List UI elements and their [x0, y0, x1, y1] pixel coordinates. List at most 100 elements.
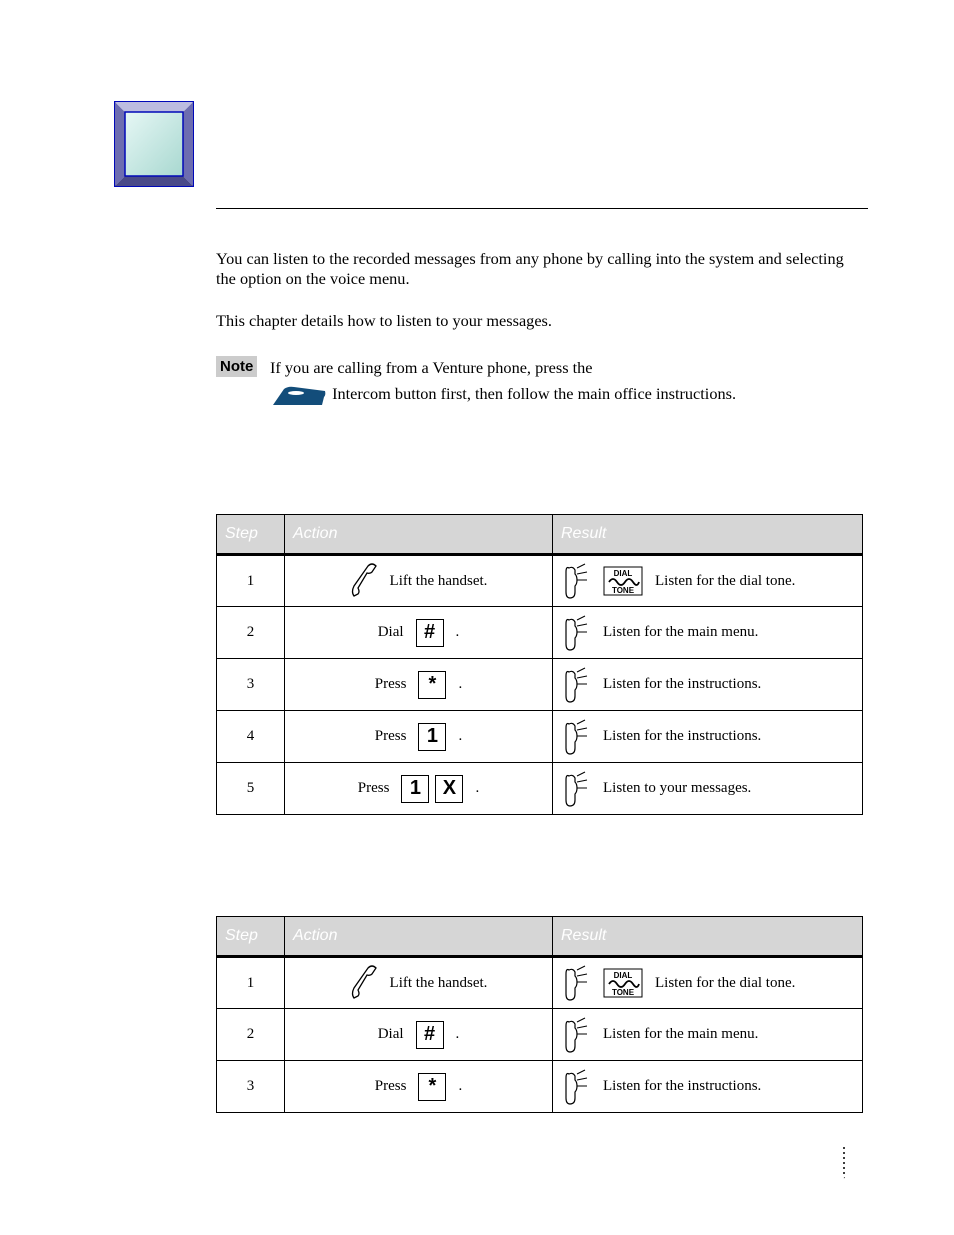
chapter-number: 11: [216, 100, 285, 166]
col-step: Step: [217, 917, 285, 957]
section-heading-2: Listening to General Delivery Messages f…: [216, 880, 809, 906]
table-row: 4Press1.Listen for the instructions.: [217, 711, 863, 763]
note-text-line2: button first, then follow the main offic…: [395, 384, 736, 403]
table-row: 2 Dial #. Listen for the main menu.: [217, 607, 863, 659]
action-cell: Dial #.: [285, 1009, 553, 1061]
intercom-button-icon: [272, 386, 326, 406]
action-posttext: Lift the handset.: [390, 975, 488, 992]
result-text: Listen for the instructions.: [603, 676, 761, 693]
dial-tone-icon: [603, 566, 643, 596]
procedure-table-1: Step Action Result 1 Lift the handset. Lis…: [216, 514, 863, 815]
receiver-sound-icon: [563, 770, 591, 808]
table-row: 5 Press 1X. Listen to your messages.: [217, 763, 863, 815]
receiver-sound-icon: [563, 964, 591, 1002]
receiver-sound-icon: [563, 1068, 591, 1106]
step-cell: 1: [217, 957, 285, 1009]
step-cell: 2: [217, 1009, 285, 1061]
page: 11 Listening to Recorded Messages You ca…: [0, 0, 954, 1235]
receiver-sound-icon: [563, 614, 591, 652]
col-result: Result: [553, 917, 863, 957]
result-text: Listen for the instructions.: [603, 1078, 761, 1095]
phone-key: *: [418, 1073, 446, 1101]
intro-paragraph-1: You can listen to the recorded messages …: [216, 249, 862, 290]
step-cell: 3: [217, 659, 285, 711]
result-cell: Listen for the main menu.: [553, 607, 863, 659]
phone-key: X: [435, 775, 463, 803]
phone-key: 1: [401, 775, 429, 803]
page-number: 47: [842, 1163, 864, 1189]
key-row: 1X: [401, 775, 463, 803]
action-pretext: Dial: [378, 1026, 404, 1043]
action-posttext: .: [458, 1078, 462, 1095]
col-step: Step: [217, 515, 285, 555]
result-text: Listen for the main menu.: [603, 1026, 758, 1043]
table-header-row: Step Action Result: [217, 515, 863, 555]
receiver-sound-icon: [563, 1016, 591, 1054]
action-cell: Lift the handset.: [285, 957, 553, 1009]
key-row: 1: [418, 723, 446, 751]
note-badge: Note: [216, 356, 257, 377]
key-row: #: [416, 1021, 444, 1049]
table-row: 1 Lift the handset. Listen for the dial to…: [217, 555, 863, 607]
result-text: Listen for the main menu.: [603, 624, 758, 641]
action-posttext: .: [458, 728, 462, 745]
step-cell: 5: [217, 763, 285, 815]
receiver-sound-icon: [563, 562, 591, 600]
table-row: 3 Press *. Listen for the instructions.: [217, 659, 863, 711]
result-cell: Listen for the instructions.: [553, 1061, 863, 1113]
action-cell: Press *.: [285, 1061, 553, 1113]
result-text: Listen for the dial tone.: [655, 573, 795, 590]
procedure-table-2: Step Action Result 1 Lift the handset. Lis…: [216, 916, 863, 1113]
result-cell: Listen for the instructions.: [553, 659, 863, 711]
action-cell: Press 1X.: [285, 763, 553, 815]
key-row: *: [418, 671, 446, 699]
action-posttext: .: [458, 676, 462, 693]
result-text: Listen for the dial tone.: [655, 975, 795, 992]
action-pretext: Press: [358, 780, 390, 797]
section-heading-1: Listening to Personal Messages from the …: [216, 478, 732, 504]
note-text: If you are calling from a Venture phone,…: [270, 358, 862, 406]
action-pretext: Dial: [378, 624, 404, 641]
phone-key: 1: [418, 723, 446, 751]
result-cell: Listen for the dial tone.: [553, 957, 863, 1009]
result-cell: Listen for the instructions.: [553, 711, 863, 763]
note-text-line1: If you are calling from a Venture phone,…: [270, 358, 593, 377]
note-button-label: Intercom: [332, 384, 391, 403]
dial-tone-icon: [603, 968, 643, 998]
action-cell: Lift the handset.: [285, 555, 553, 607]
action-posttext: .: [456, 624, 460, 641]
phone-key: #: [416, 619, 444, 647]
step-cell: 1: [217, 555, 285, 607]
phone-key: #: [416, 1021, 444, 1049]
chapter-title: Listening to Recorded Messages: [338, 112, 702, 141]
result-cell: Listen for the main menu.: [553, 1009, 863, 1061]
col-action: Action: [285, 917, 553, 957]
action-posttext: .: [475, 780, 479, 797]
action-pretext: Press: [375, 676, 407, 693]
result-text: Listen for the instructions.: [603, 728, 761, 745]
result-cell: Listen to your messages.: [553, 763, 863, 815]
action-posttext: .: [456, 1026, 460, 1043]
chapter-logo-icon: [113, 100, 195, 188]
intro-paragraph-2: This chapter details how to listen to yo…: [216, 311, 862, 331]
col-result: Result: [553, 515, 863, 555]
action-pretext: Press: [375, 1078, 407, 1095]
handset-icon: [350, 964, 378, 1002]
receiver-sound-icon: [563, 666, 591, 704]
key-row: *: [418, 1073, 446, 1101]
col-action: Action: [285, 515, 553, 555]
action-cell: Dial #.: [285, 607, 553, 659]
key-row: #: [416, 619, 444, 647]
action-posttext: Lift the handset.: [390, 573, 488, 590]
table-row: 1 Lift the handset. Listen for the dial to…: [217, 957, 863, 1009]
result-cell: Listen for the dial tone.: [553, 555, 863, 607]
table-header-row: Step Action Result: [217, 917, 863, 957]
step-cell: 2: [217, 607, 285, 659]
result-text: Listen to your messages.: [603, 780, 751, 797]
phone-key: *: [418, 671, 446, 699]
table-row: 3 Press *. Listen for the instructions.: [217, 1061, 863, 1113]
header-rule: [216, 208, 868, 209]
action-cell: Press 1.: [285, 711, 553, 763]
step-cell: 3: [217, 1061, 285, 1113]
action-pretext: Press: [375, 728, 407, 745]
